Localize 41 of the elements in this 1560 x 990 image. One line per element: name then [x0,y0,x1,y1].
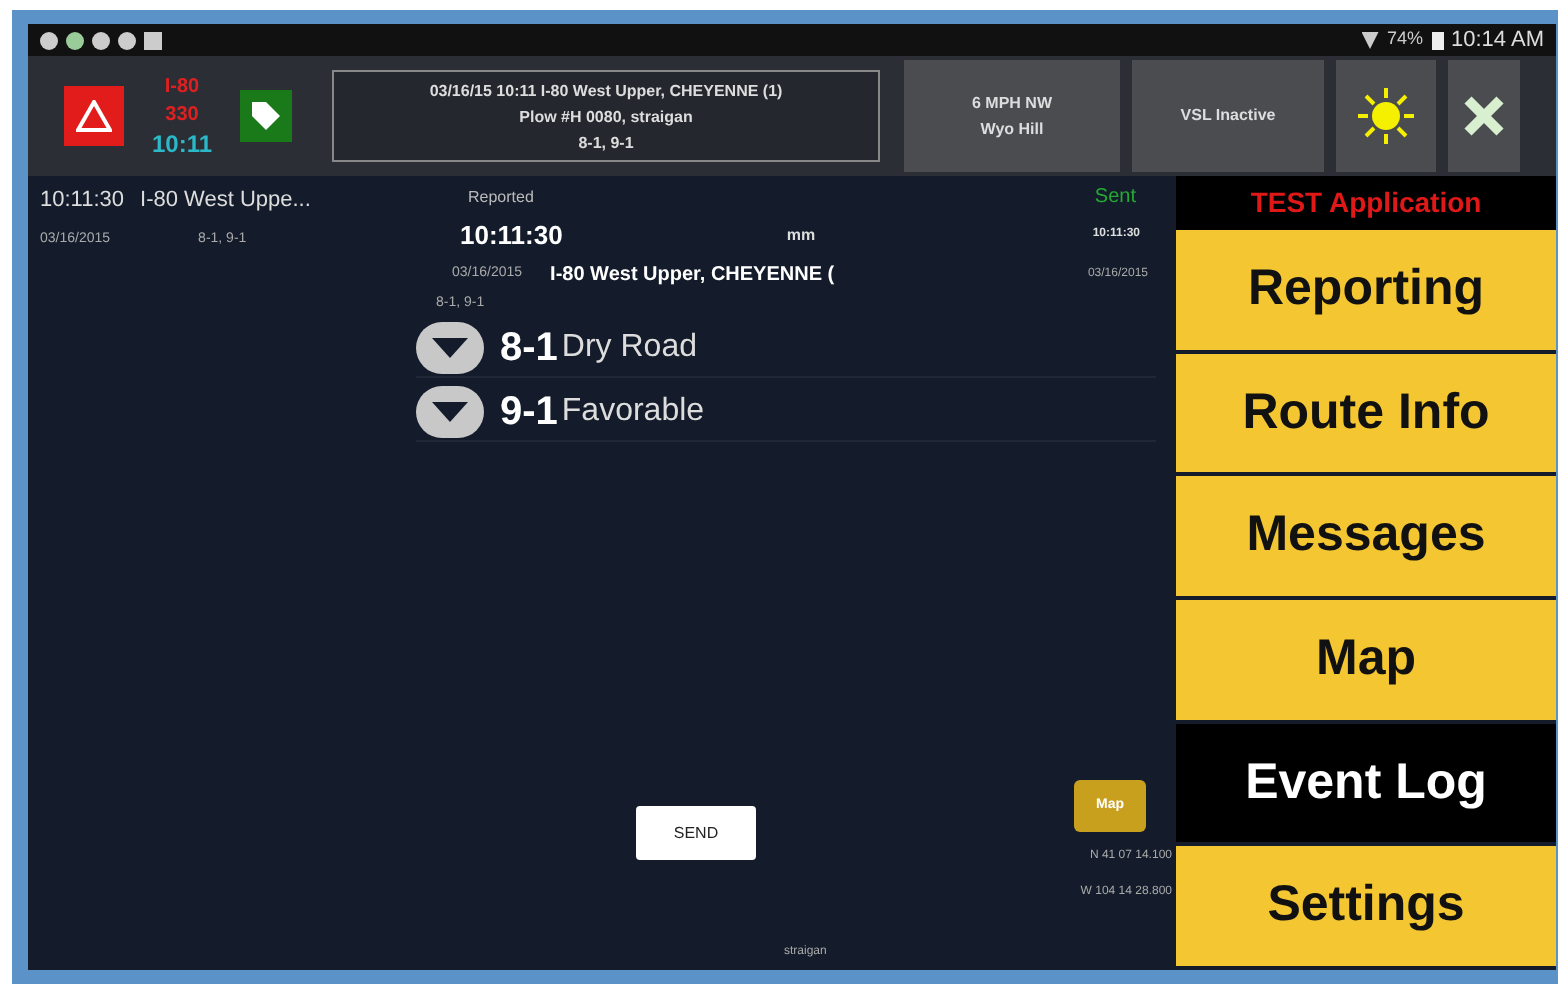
menu-item[interactable]: Event Log [1176,723,1556,847]
menu-item[interactable]: Messages [1176,476,1556,601]
condition-code: 9-1 [500,387,558,437]
send-button[interactable]: SEND [636,806,756,860]
menu-item[interactable]: Route Info [1176,353,1556,477]
warning-button[interactable] [64,86,124,146]
app-title: TEST Application [1176,176,1556,230]
report-time: 10:11:30 [460,218,563,254]
battery-icon [1431,31,1444,49]
close-button[interactable] [1448,60,1520,172]
alert-text: I-80 [164,74,200,102]
collapse-button[interactable] [416,321,484,373]
brightness-button[interactable] [1336,60,1436,172]
sent-status: Sent [1094,184,1136,212]
caret-icon [432,337,468,357]
caret-icon [432,401,468,421]
condition-label: Dry Road [561,327,697,367]
warning-icon [76,100,112,132]
alert-text: 330 [165,102,199,130]
vsl-button[interactable]: VSL Inactive [1132,60,1324,172]
tag-icon [248,98,284,134]
menu-item[interactable]: Settings [1176,846,1556,971]
log-time: 10:11:30 [40,186,125,216]
battery-level: 74% [1387,26,1424,53]
wifi-icon [1361,31,1379,49]
status-label: Reported [468,185,534,209]
tag-button[interactable] [240,90,292,142]
alert-text: 10:11 [151,130,213,158]
collapse-button[interactable] [416,385,484,437]
condition-code: 8-1 [500,323,558,373]
clock: 10:14 AM [1451,25,1544,56]
menu-item[interactable]: Reporting [1176,230,1556,354]
sun-icon [1356,86,1416,146]
condition-label: Favorable [561,391,705,431]
log-location: I-80 West Uppe... [140,186,311,216]
report-location: I-80 West Upper, CHEYENNE ( [550,261,835,289]
speed-button[interactable]: 6 MPH NW Wyo Hill [904,60,1120,172]
unit-label: mm [786,223,816,248]
latest-report-panel[interactable]: 03/16/15 10:11 I-80 West Upper, CHEYENNE (1) Plow #H 0080, straigan 8-1, 9-1 [332,70,880,162]
menu-item[interactable]: Map [1176,600,1556,724]
close-icon [1462,94,1506,138]
